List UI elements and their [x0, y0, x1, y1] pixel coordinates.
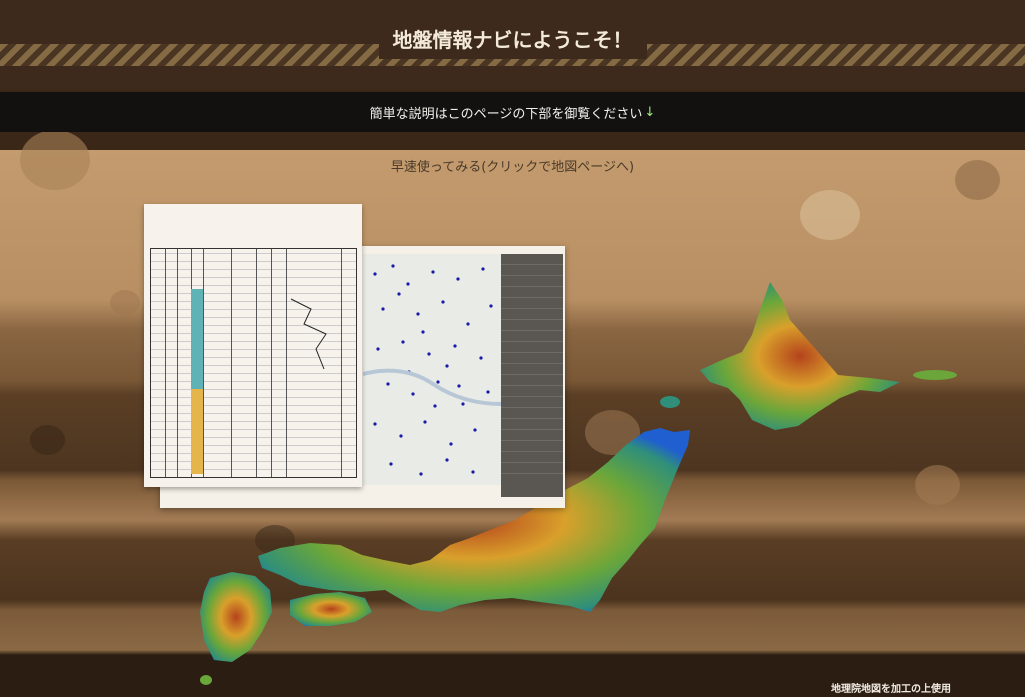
kyushu-island — [200, 572, 272, 662]
boring-points-plot — [363, 264, 501, 476]
boring-log-preview-image[interactable] — [144, 204, 362, 487]
soil-column-clay — [191, 289, 203, 389]
soil-column-sand — [191, 389, 203, 474]
map-preview-dots — [363, 254, 501, 485]
layer-panel-preview — [501, 254, 563, 497]
n-value-graph — [290, 298, 327, 370]
hokkaido-island — [700, 282, 900, 430]
boring-log-table — [150, 248, 357, 478]
shikoku-island — [290, 592, 372, 626]
map-credit: 地理院地図を加工の上使用 — [831, 684, 951, 695]
